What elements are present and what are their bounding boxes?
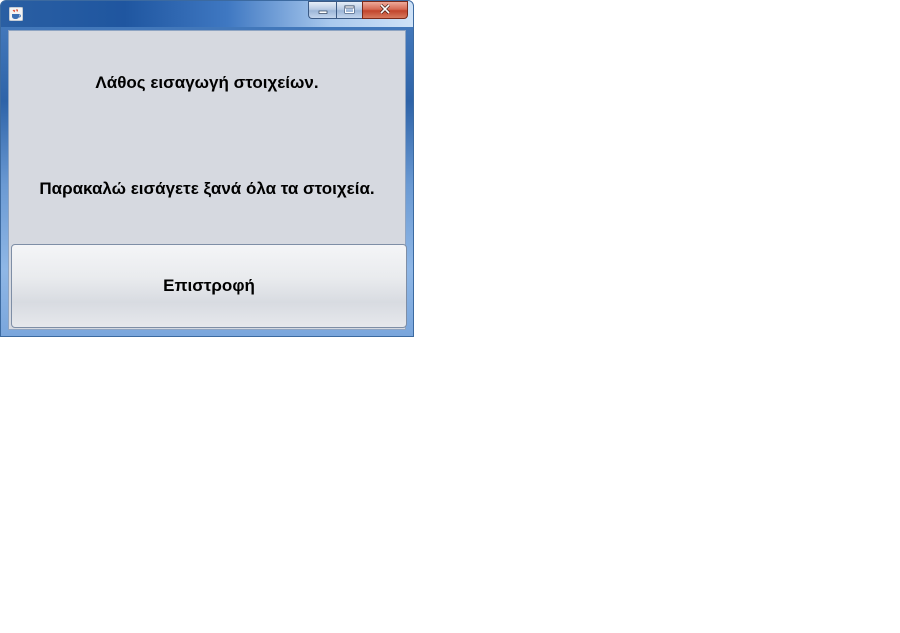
- minimize-icon: [318, 1, 328, 19]
- close-icon: [379, 1, 391, 19]
- dialog-content: Λάθος εισαγωγή στοιχείων. Παρακαλώ εισάγ…: [8, 30, 407, 330]
- title-bar[interactable]: [1, 1, 413, 27]
- error-message: Λάθος εισαγωγή στοιχείων.: [95, 73, 319, 92]
- maximize-button[interactable]: [336, 1, 362, 19]
- back-button[interactable]: Επιστροφή: [11, 244, 407, 328]
- dialog-window: Λάθος εισαγωγή στοιχείων. Παρακαλώ εισάγ…: [0, 0, 414, 337]
- caption-buttons: [308, 1, 408, 20]
- close-button[interactable]: [362, 1, 408, 19]
- java-coffee-cup-icon[interactable]: [8, 6, 24, 22]
- back-button-label: Επιστροφή: [163, 276, 255, 295]
- maximize-icon: [344, 1, 355, 19]
- instruction-message: Παρακαλώ εισάγετε ξανά όλα τα στοιχεία.: [39, 179, 375, 198]
- minimize-button[interactable]: [308, 1, 336, 19]
